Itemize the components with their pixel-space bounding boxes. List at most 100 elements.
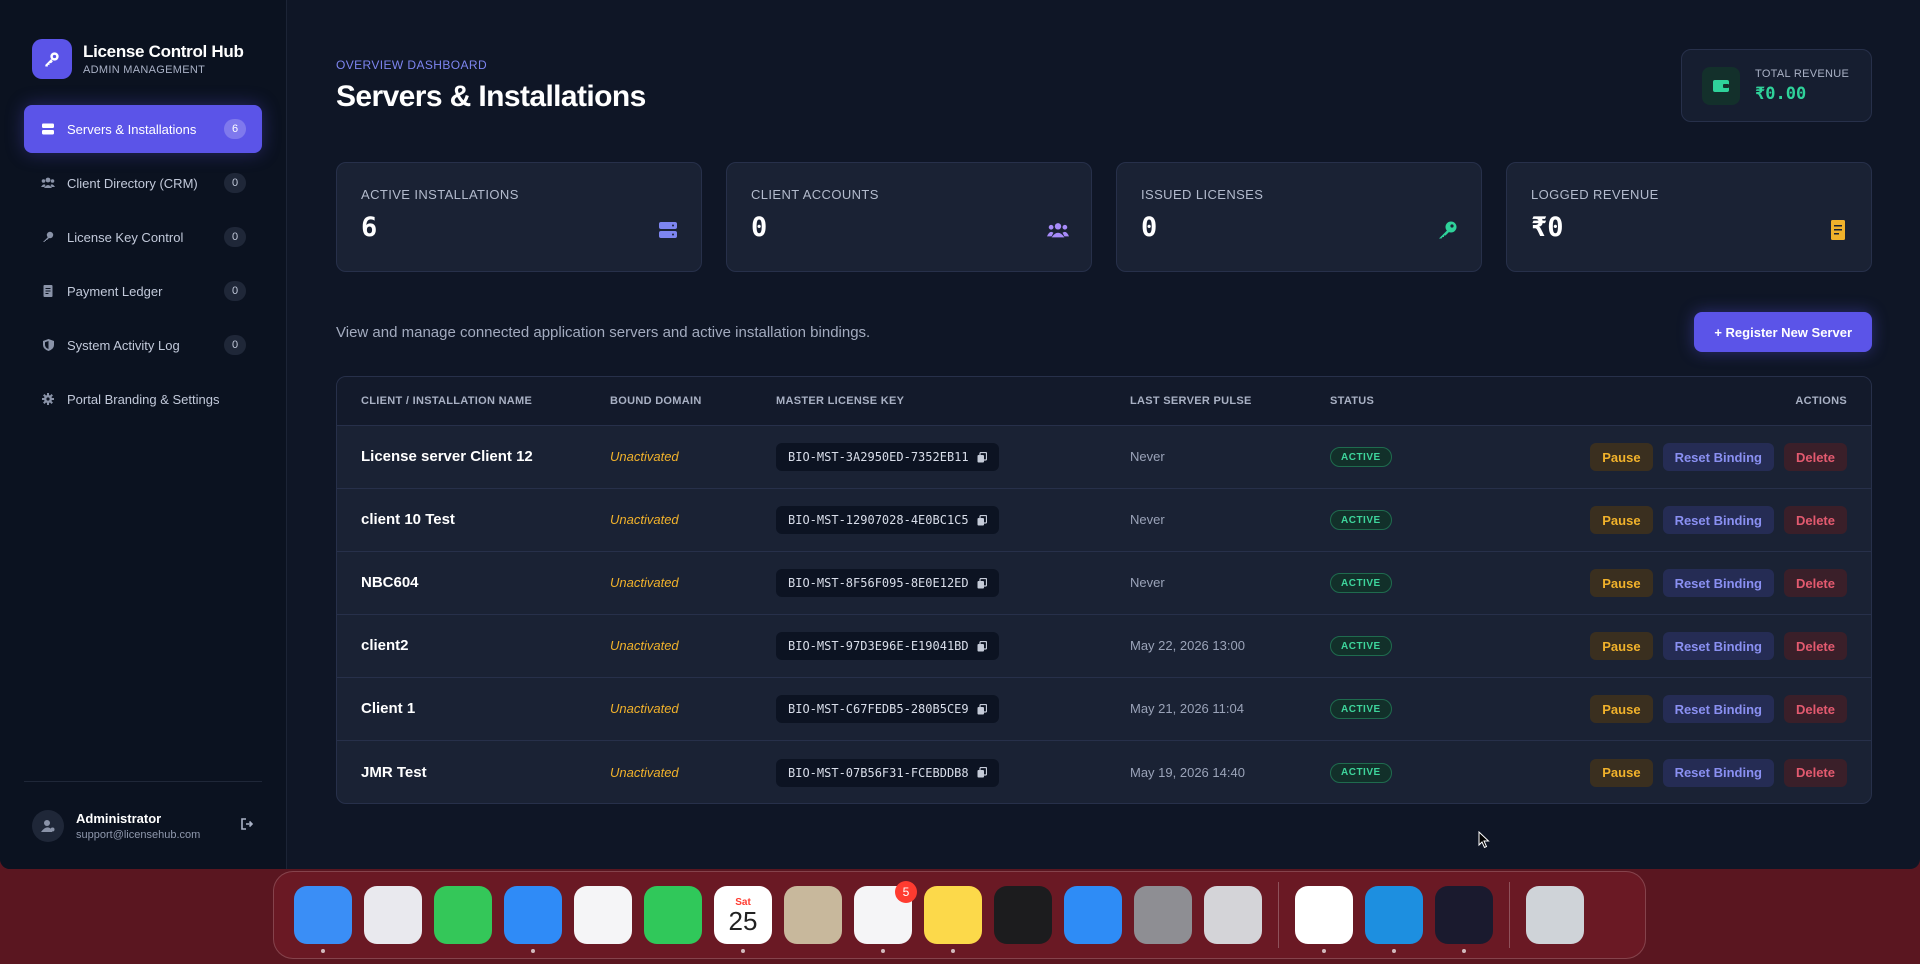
last-pulse: Never <box>1130 449 1165 464</box>
pause-button[interactable]: Pause <box>1590 569 1653 597</box>
license-key: BIO-MST-8F56F095-8E0E12ED <box>776 569 999 597</box>
stat-label: CLIENT ACCOUNTS <box>751 187 879 202</box>
stat-value: 0 <box>1141 212 1158 243</box>
apple-tv-icon[interactable] <box>994 886 1052 944</box>
docker-icon[interactable] <box>1365 886 1423 953</box>
column-header: STATUS <box>1330 395 1375 407</box>
pause-button[interactable]: Pause <box>1590 506 1653 534</box>
running-indicator <box>321 949 325 953</box>
pause-button[interactable]: Pause <box>1590 758 1653 787</box>
license-key: BIO-MST-12907028-4E0BC1C5 <box>776 506 999 534</box>
status-badge: ACTIVE <box>1330 510 1392 531</box>
delete-button[interactable]: Delete <box>1783 632 1847 660</box>
table-body: License server Client 12 Unactivated BIO… <box>337 426 1871 803</box>
users-icon <box>41 176 55 190</box>
reset-binding-button[interactable]: Reset Binding <box>1662 443 1774 471</box>
column-header: LAST SERVER PULSE <box>1130 395 1252 407</box>
reset-binding-button[interactable]: Reset Binding <box>1662 695 1774 723</box>
user-name: Administrator <box>76 810 162 826</box>
copy-icon[interactable] <box>977 767 987 778</box>
reset-binding-button[interactable]: Reset Binding <box>1662 632 1774 660</box>
column-header: BOUND DOMAIN <box>610 395 702 407</box>
facetime-icon[interactable] <box>644 886 702 944</box>
sidebar-item-label: Payment Ledger <box>67 283 163 299</box>
stat-card-installations: ACTIVE INSTALLATIONS 6 <box>336 162 702 272</box>
reset-binding-button[interactable]: Reset Binding <box>1662 569 1774 597</box>
running-indicator <box>951 949 955 953</box>
bound-domain: Unactivated <box>610 701 679 716</box>
license-key-text: BIO-MST-12907028-4E0BC1C5 <box>788 513 969 527</box>
count-badge: 6 <box>224 119 246 139</box>
contacts-icon[interactable] <box>784 886 842 944</box>
sidebar-item-servers[interactable]: Servers & Installations 6 <box>24 105 262 153</box>
pause-button[interactable]: Pause <box>1590 443 1653 471</box>
copy-icon[interactable] <box>977 451 987 463</box>
reset-binding-button[interactable]: Reset Binding <box>1662 758 1774 787</box>
sidebar-item-payments[interactable]: Payment Ledger 0 <box>24 267 262 315</box>
license-key-text: BIO-MST-3A2950ED-7352EB11 <box>788 450 969 464</box>
pause-button[interactable]: Pause <box>1590 695 1653 723</box>
trash-icon[interactable] <box>1526 886 1584 944</box>
delete-button[interactable]: Delete <box>1783 443 1847 471</box>
count-badge: 0 <box>224 281 246 301</box>
page-description: View and manage connected application se… <box>336 324 871 341</box>
copy-icon[interactable] <box>977 703 987 715</box>
users-icon <box>1047 219 1069 241</box>
reminders-icon[interactable]: 5 <box>854 881 917 953</box>
count-badge: 0 <box>224 227 246 247</box>
system-settings-icon[interactable] <box>1134 886 1192 944</box>
sidebar-item-clients[interactable]: Client Directory (CRM) 0 <box>24 159 262 207</box>
delete-button[interactable]: Delete <box>1783 569 1847 597</box>
shield-icon <box>41 338 55 352</box>
stat-label: ACTIVE INSTALLATIONS <box>361 187 519 202</box>
register-server-button[interactable]: + Register New Server <box>1694 312 1872 352</box>
calendar-icon[interactable]: Sat 25 <box>714 886 772 953</box>
copy-icon[interactable] <box>977 514 987 526</box>
chrome-icon[interactable] <box>1295 886 1353 953</box>
brand-subtitle: ADMIN MANAGEMENT <box>83 64 206 76</box>
dock-separator <box>1278 882 1279 948</box>
stat-value: 6 <box>361 212 378 243</box>
copy-icon[interactable] <box>977 640 987 652</box>
last-pulse: Never <box>1130 575 1165 590</box>
table-header: CLIENT / INSTALLATION NAME BOUND DOMAIN … <box>337 377 1871 426</box>
count-badge: 0 <box>224 335 246 355</box>
sidebar-item-settings[interactable]: Portal Branding & Settings <box>24 375 262 423</box>
delete-button[interactable]: Delete <box>1783 506 1847 534</box>
table-row: Client 1 Unactivated BIO-MST-C67FEDB5-28… <box>337 678 1871 741</box>
messages-icon[interactable] <box>434 886 492 944</box>
sidebar-item-license-keys[interactable]: License Key Control 0 <box>24 213 262 261</box>
finder-icon[interactable] <box>294 886 352 953</box>
launchpad-icon[interactable] <box>364 886 422 944</box>
receipt-icon <box>1827 219 1849 241</box>
running-indicator <box>1392 949 1396 953</box>
last-pulse: May 22, 2026 13:00 <box>1130 638 1245 653</box>
running-indicator <box>881 949 885 953</box>
notes-icon[interactable] <box>924 886 982 953</box>
delete-button[interactable]: Delete <box>1783 758 1847 787</box>
stat-value: ₹0 <box>1531 212 1564 243</box>
mail-icon[interactable] <box>504 886 562 953</box>
logout-icon[interactable] <box>241 817 254 835</box>
license-key: BIO-MST-07B56F31-FCEBDDB8 <box>776 758 999 787</box>
table-row: client2 Unactivated BIO-MST-97D3E96E-E19… <box>337 615 1871 678</box>
user-email: support@licensehub.com <box>76 828 201 841</box>
page-kicker: OVERVIEW DASHBOARD <box>336 58 488 72</box>
main-content: OVERVIEW DASHBOARD Servers & Installatio… <box>287 0 1920 869</box>
notification-badge: 5 <box>895 881 917 903</box>
pause-button[interactable]: Pause <box>1590 632 1653 660</box>
delete-button[interactable]: Delete <box>1783 695 1847 723</box>
status-badge: ACTIVE <box>1330 762 1392 783</box>
client-name: Client 1 <box>361 700 416 717</box>
arc-icon[interactable] <box>1435 886 1493 953</box>
photos-icon[interactable] <box>574 886 632 944</box>
reset-binding-button[interactable]: Reset Binding <box>1662 506 1774 534</box>
calculator-icon[interactable] <box>1204 886 1262 944</box>
last-pulse: May 19, 2026 14:40 <box>1130 764 1245 780</box>
server-icon <box>657 219 679 241</box>
stat-value: 0 <box>751 212 768 243</box>
app-store-icon[interactable] <box>1064 886 1122 944</box>
copy-icon[interactable] <box>977 577 987 589</box>
sidebar-item-activity-log[interactable]: System Activity Log 0 <box>24 321 262 369</box>
status-badge: ACTIVE <box>1330 447 1392 468</box>
